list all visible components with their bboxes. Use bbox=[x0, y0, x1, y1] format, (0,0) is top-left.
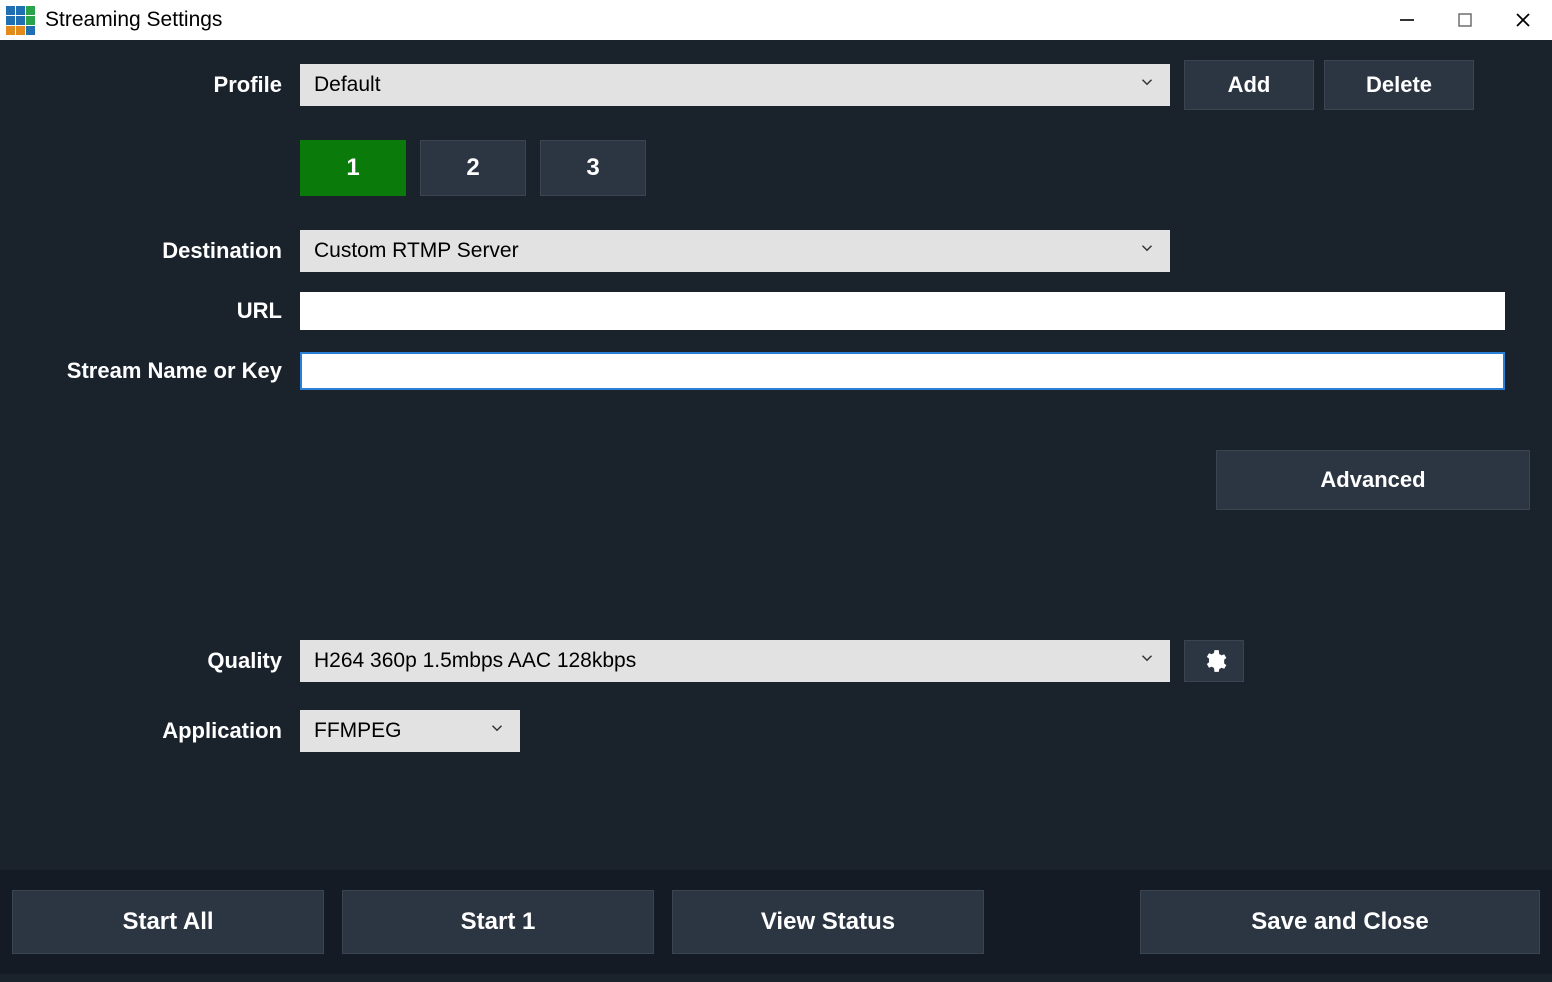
start-all-button[interactable]: Start All bbox=[12, 890, 324, 954]
start-1-label: Start 1 bbox=[461, 908, 536, 936]
titlebar: Streaming Settings bbox=[0, 0, 1552, 40]
maximize-icon bbox=[1457, 12, 1473, 28]
delete-button-label: Delete bbox=[1366, 72, 1432, 98]
content-area: Profile Default Add Delete 1 2 3 Destina… bbox=[0, 40, 1552, 752]
footer-spacer bbox=[1002, 890, 1122, 954]
tab-1[interactable]: 1 bbox=[300, 140, 406, 196]
tab-3-label: 3 bbox=[586, 154, 599, 182]
save-close-label: Save and Close bbox=[1251, 908, 1428, 936]
app-grid-icon bbox=[6, 6, 35, 35]
chevron-down-icon bbox=[1138, 649, 1156, 673]
quality-settings-button[interactable] bbox=[1184, 640, 1244, 682]
chevron-down-icon bbox=[488, 719, 506, 743]
quality-selected-value: H264 360p 1.5mbps AAC 128kbps bbox=[314, 649, 636, 673]
add-profile-button[interactable]: Add bbox=[1184, 60, 1314, 110]
application-label: Application bbox=[10, 718, 300, 744]
advanced-row: Advanced bbox=[10, 450, 1542, 510]
view-status-label: View Status bbox=[761, 908, 895, 936]
tab-3[interactable]: 3 bbox=[540, 140, 646, 196]
tab-1-label: 1 bbox=[346, 154, 359, 182]
view-status-button[interactable]: View Status bbox=[672, 890, 984, 954]
maximize-button[interactable] bbox=[1436, 0, 1494, 40]
profile-select[interactable]: Default bbox=[300, 64, 1170, 106]
chevron-down-icon bbox=[1138, 73, 1156, 97]
minimize-icon bbox=[1398, 11, 1416, 29]
application-select[interactable]: FFMPEG bbox=[300, 710, 520, 752]
profile-label: Profile bbox=[10, 72, 300, 98]
footer: Start All Start 1 View Status Save and C… bbox=[0, 870, 1552, 974]
streamkey-label: Stream Name or Key bbox=[10, 358, 300, 384]
minimize-button[interactable] bbox=[1378, 0, 1436, 40]
destination-select[interactable]: Custom RTMP Server bbox=[300, 230, 1170, 272]
quality-row: Quality H264 360p 1.5mbps AAC 128kbps bbox=[10, 640, 1542, 682]
start-1-button[interactable]: Start 1 bbox=[342, 890, 654, 954]
window-controls bbox=[1378, 0, 1552, 40]
streamkey-row: Stream Name or Key bbox=[10, 352, 1542, 390]
tab-2[interactable]: 2 bbox=[420, 140, 526, 196]
application-selected-value: FFMPEG bbox=[314, 719, 402, 743]
advanced-button[interactable]: Advanced bbox=[1216, 450, 1530, 510]
url-label: URL bbox=[10, 298, 300, 324]
save-and-close-button[interactable]: Save and Close bbox=[1140, 890, 1540, 954]
advanced-button-label: Advanced bbox=[1320, 467, 1425, 493]
url-row: URL bbox=[10, 292, 1542, 330]
profile-selected-value: Default bbox=[314, 73, 381, 97]
streamkey-input[interactable] bbox=[300, 352, 1505, 390]
destination-label: Destination bbox=[10, 238, 300, 264]
quality-label: Quality bbox=[10, 648, 300, 674]
chevron-down-icon bbox=[1138, 239, 1156, 263]
add-button-label: Add bbox=[1228, 72, 1271, 98]
destination-selected-value: Custom RTMP Server bbox=[314, 239, 519, 263]
destination-row: Destination Custom RTMP Server bbox=[10, 230, 1542, 272]
quality-select[interactable]: H264 360p 1.5mbps AAC 128kbps bbox=[300, 640, 1170, 682]
tab-2-label: 2 bbox=[466, 154, 479, 182]
delete-profile-button[interactable]: Delete bbox=[1324, 60, 1474, 110]
start-all-label: Start All bbox=[122, 908, 213, 936]
application-row: Application FFMPEG bbox=[10, 710, 1542, 752]
close-icon bbox=[1514, 11, 1532, 29]
profile-row: Profile Default Add Delete bbox=[10, 60, 1542, 110]
stream-tabs: 1 2 3 bbox=[300, 140, 1542, 196]
url-input[interactable] bbox=[300, 292, 1505, 330]
window-title: Streaming Settings bbox=[45, 8, 1378, 32]
gear-icon bbox=[1201, 648, 1227, 674]
close-button[interactable] bbox=[1494, 0, 1552, 40]
